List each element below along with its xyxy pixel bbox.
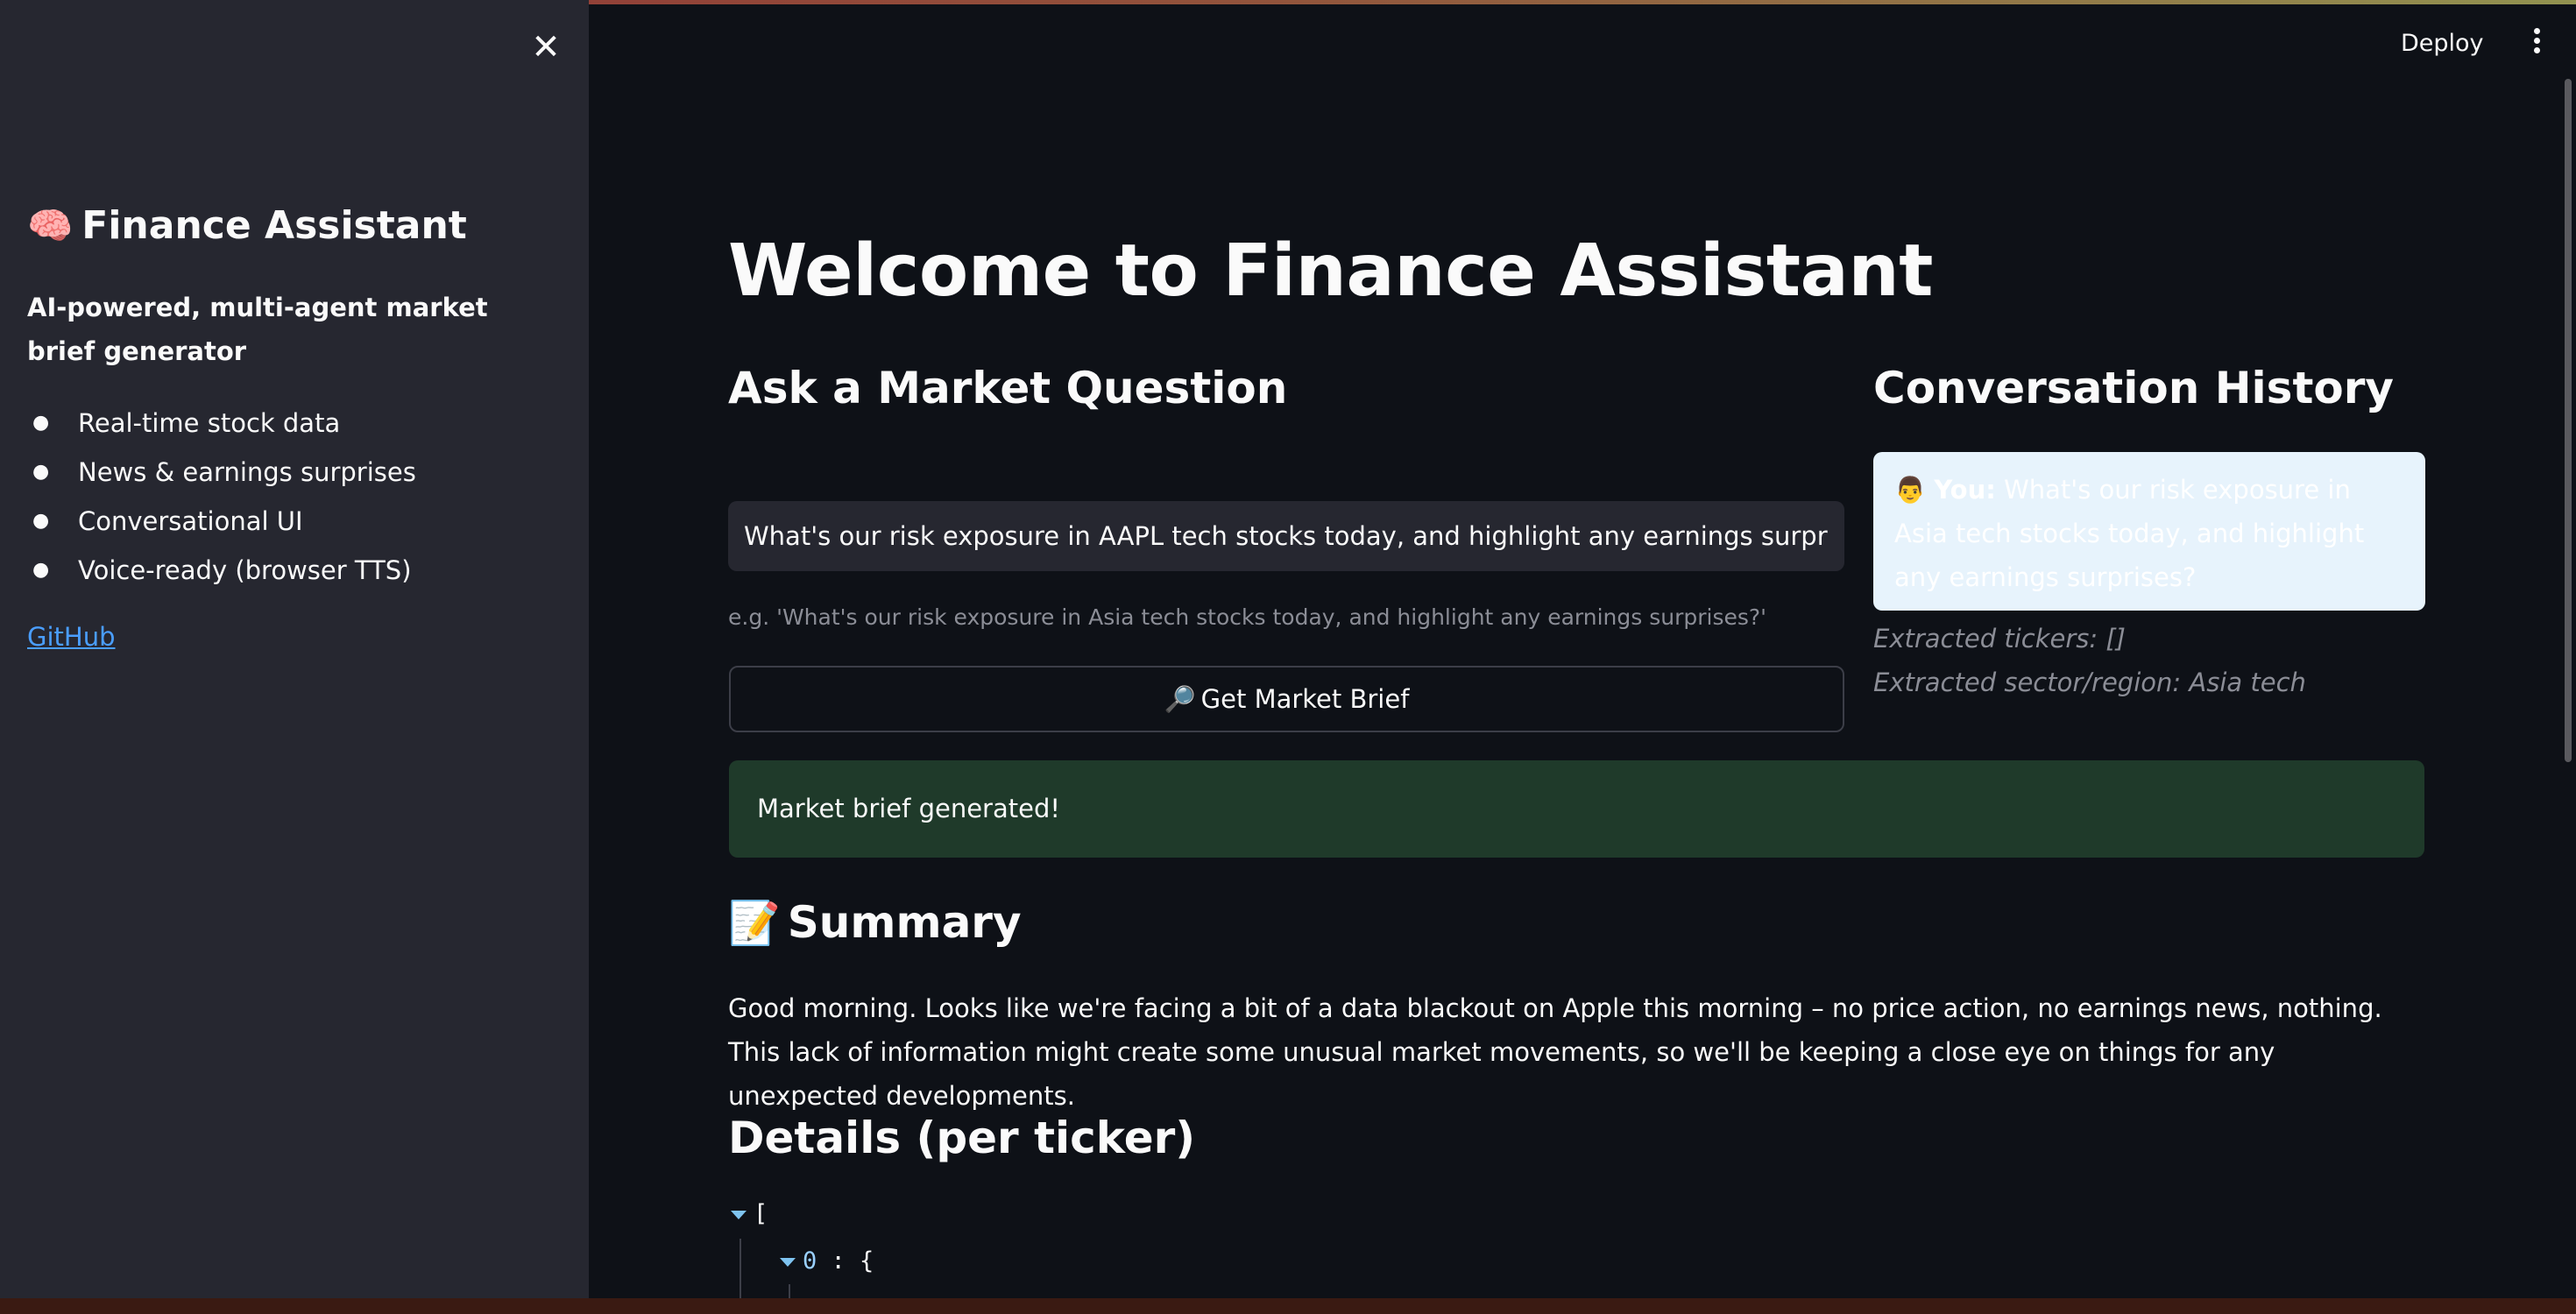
details-heading: Details (per ticker) [728,1113,1196,1163]
sidebar-title: 🧠 Finance Assistant [27,203,467,248]
chat-message: 👨 You: What's our risk exposure in Asia … [1873,452,2425,611]
bullet-icon: ● [32,510,50,532]
feature-item: ● Voice-ready (browser TTS) [27,546,416,595]
app-window: ✕ 🧠 Finance Assistant AI-powered, multi-a… [0,0,2576,1298]
brain-icon: 🧠 [27,204,74,247]
summary-heading-text: Summary [787,897,1022,948]
github-link[interactable]: GitHub [27,622,116,652]
user-label: You: [1934,475,1996,505]
feature-item: ● Real-time stock data [27,399,416,448]
json-indent-guide [789,1284,790,1298]
sidebar-tagline: AI-powered, multi-agent market brief gen… [27,293,488,366]
json-index: 0 [803,1247,817,1275]
json-item-line: 0 : { [780,1247,874,1275]
history-heading: Conversation History [1873,363,2394,413]
memo-icon: 📝 [728,899,781,948]
bullet-icon: ● [32,412,50,434]
feature-label: Voice-ready (browser TTS) [78,555,412,585]
json-indent-guide [740,1239,741,1298]
feature-label: News & earnings surprises [78,457,416,487]
close-sidebar-icon[interactable]: ✕ [528,30,563,65]
collapse-toggle-icon[interactable] [780,1257,796,1267]
deploy-button[interactable]: Deploy [2401,26,2484,61]
user-avatar-icon: 👨 [1894,475,1927,505]
main-menu-icon[interactable] [2523,25,2550,63]
question-input[interactable] [728,501,1844,571]
bullet-icon: ● [32,461,50,483]
ask-heading: Ask a Market Question [728,363,1288,413]
collapse-toggle-icon[interactable] [731,1210,747,1219]
feature-item: ● News & earnings surprises [27,448,416,497]
extracted-tickers: Extracted tickers: [] [1873,624,2126,653]
summary-heading: 📝 Summary [728,897,1022,948]
sidebar: ✕ 🧠 Finance Assistant AI-powered, multi-a… [0,0,589,1298]
summary-text: Good morning. Looks like we're facing a … [728,993,2382,1111]
feature-label: Conversational UI [78,506,303,536]
extracted-sector: Extracted sector/region: Asia tech [1873,668,2306,697]
json-root-line: [ [731,1200,768,1227]
bullet-icon: ● [32,559,50,581]
feature-item: ● Conversational UI [27,497,416,546]
json-open-bracket: [ [754,1200,768,1227]
json-separator: : { [817,1247,874,1275]
question-hint: e.g. 'What's our risk exposure in Asia t… [728,604,1767,630]
magnifier-icon: 🔎 [1164,684,1196,714]
success-alert: Market brief generated! [729,760,2424,858]
feature-label: Real-time stock data [78,408,341,438]
page-title: Welcome to Finance Assistant [728,230,1933,313]
sidebar-title-text: Finance Assistant [81,203,467,248]
scrollbar[interactable] [2565,79,2572,762]
feature-list: ● Real-time stock data ● News & earnings s… [27,399,416,595]
get-market-brief-button[interactable]: 🔎 Get Market Brief [729,666,1844,732]
button-label: Get Market Brief [1200,684,1410,714]
